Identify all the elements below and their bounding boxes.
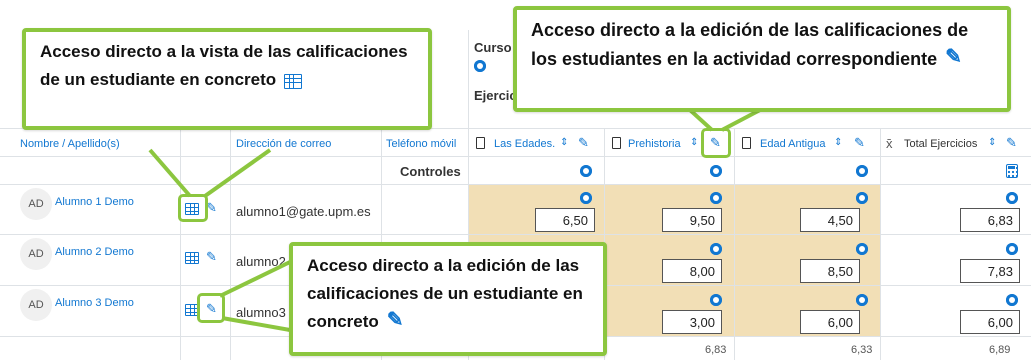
grader-report: Curso Ejercicio Nombre / Apellido(s) Dir… — [0, 0, 1031, 360]
pencil-icon: ✎ — [945, 46, 962, 69]
callout-activity-edit: Acceso directo a la edición de las calif… — [513, 6, 1011, 112]
callout-text: Acceso directo a la edición de las calif… — [307, 256, 583, 331]
table-icon — [284, 73, 303, 89]
callout-student-edit: Acceso directo a la edición de las calif… — [289, 242, 607, 356]
callout-text: Acceso directo a la vista de las calific… — [40, 42, 408, 89]
pencil-icon: ✎ — [386, 308, 404, 331]
callout-student-view: Acceso directo a la vista de las calific… — [22, 28, 432, 130]
callout-text: Acceso directo a la edición de las calif… — [531, 20, 969, 69]
